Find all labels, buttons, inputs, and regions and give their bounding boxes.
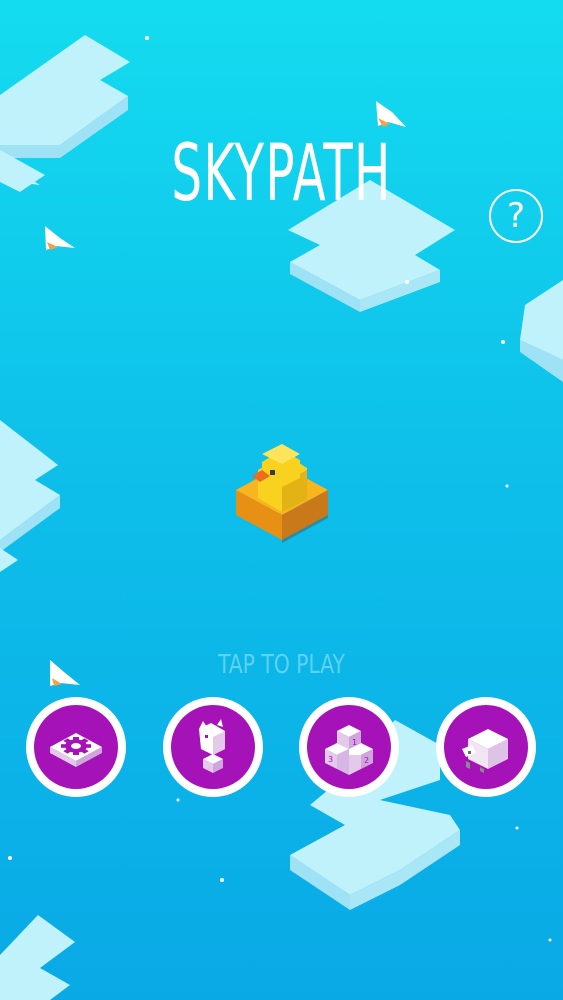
player-duck <box>236 444 328 543</box>
tap-to-play-label[interactable]: TAP TO PLAY <box>62 650 501 680</box>
store-button[interactable] <box>436 697 536 797</box>
cloud-left-middle <box>0 420 60 572</box>
cloud-bottom-left <box>0 915 75 1000</box>
podium-second-label: 2 <box>364 756 369 765</box>
game-title: SKYPATH <box>171 129 392 219</box>
leaderboard-button[interactable]: 3 1 2 <box>299 697 399 797</box>
podium-third-label: 3 <box>328 755 333 764</box>
bird-icon <box>45 226 75 250</box>
sheep-block-icon <box>462 729 508 773</box>
bird-icon <box>376 101 406 127</box>
gear-block-icon <box>50 733 102 767</box>
help-button[interactable]: ? <box>489 189 543 243</box>
podium-icon: 3 1 2 <box>325 725 373 775</box>
podium-first-label: 1 <box>352 738 357 747</box>
character-statue-icon <box>199 719 225 773</box>
cloud-right <box>520 280 563 382</box>
settings-button[interactable] <box>26 697 126 797</box>
characters-button[interactable] <box>163 697 263 797</box>
